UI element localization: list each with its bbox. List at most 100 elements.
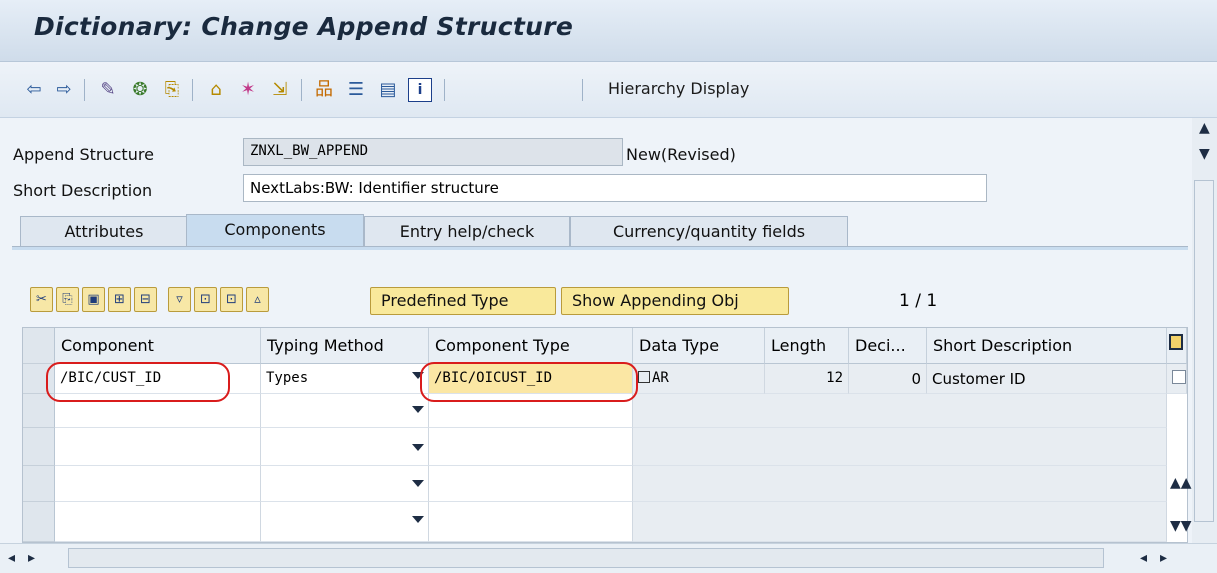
typing-method-cell[interactable]: [261, 466, 429, 502]
typing-method-cell[interactable]: [261, 428, 429, 466]
copy-row-icon[interactable]: ⎘: [56, 287, 79, 312]
info-icon[interactable]: i: [408, 78, 432, 102]
toolbar-separator: [84, 79, 85, 101]
column-settings-icon[interactable]: [1167, 328, 1187, 364]
insert-row-icon[interactable]: ⊞: [108, 287, 131, 312]
select-all-cell[interactable]: [23, 328, 55, 364]
chevron-down-icon[interactable]: [412, 372, 424, 379]
row-selector[interactable]: [23, 364, 55, 394]
component-cell[interactable]: [55, 428, 261, 466]
list-icon[interactable]: ☰: [344, 78, 368, 102]
column-header-length[interactable]: Length: [765, 328, 849, 364]
page-count: 1 / 1: [899, 291, 938, 311]
data-type-cell: AR: [633, 364, 765, 394]
column-header-data-type[interactable]: Data Type: [633, 328, 765, 364]
horizontal-scrollbar[interactable]: ◂ ▸ ◂ ▸: [0, 543, 1217, 573]
typing-method-cell[interactable]: [261, 394, 429, 428]
cut-row-icon[interactable]: ✂: [30, 287, 53, 312]
component-type-cell[interactable]: /BIC/OICUST_ID: [429, 364, 633, 394]
move-icon[interactable]: ⇲: [268, 78, 292, 102]
scroll-down-icon[interactable]: ▼▼: [1170, 518, 1192, 534]
column-header-short-description[interactable]: Short Description: [927, 328, 1167, 364]
checkbox[interactable]: [1167, 364, 1187, 394]
row-selector[interactable]: [23, 394, 55, 428]
typing-method-cell[interactable]: Types: [261, 364, 429, 394]
value-help-icon[interactable]: [638, 371, 650, 383]
status-text: New(Revised): [626, 145, 736, 164]
column-header-typing-method[interactable]: Typing Method: [261, 328, 429, 364]
component-type-cell[interactable]: [429, 502, 633, 542]
decimals-cell: 0: [849, 364, 927, 394]
chevron-down-icon[interactable]: [412, 516, 424, 523]
hierarchy-display-button[interactable]: Hierarchy Display: [608, 79, 749, 98]
component-cell[interactable]: [55, 502, 261, 542]
scroll-up-icon[interactable]: ▲: [1199, 120, 1210, 136]
toolbar-separator: [301, 79, 302, 101]
row-selector[interactable]: [23, 466, 55, 502]
paste-row-icon[interactable]: ▣: [82, 287, 105, 312]
scroll-down-icon[interactable]: ▼: [1199, 146, 1210, 162]
components-grid: Component Typing Method Component Type D…: [22, 327, 1188, 543]
component-type-cell[interactable]: [429, 466, 633, 502]
scroll-up-icon[interactable]: ▲▲: [1170, 475, 1192, 491]
scroll-left-icon[interactable]: ◂: [8, 550, 15, 566]
predefined-type-button[interactable]: Predefined Type: [370, 287, 556, 315]
component-type-cell[interactable]: [429, 428, 633, 466]
append-structure-field: ZNXL_BW_APPEND: [243, 138, 623, 166]
hierarchy-icon[interactable]: 品: [312, 78, 336, 102]
component-cell[interactable]: /BIC/CUST_ID: [55, 364, 261, 394]
toolbar-separator: [582, 79, 583, 101]
toolbar-separator: [444, 79, 445, 101]
show-appending-obj-button[interactable]: Show Appending Obj: [561, 287, 789, 315]
column-header-component-type[interactable]: Component Type: [429, 328, 633, 364]
chevron-down-icon[interactable]: [412, 480, 424, 487]
tab-components[interactable]: Components: [186, 214, 364, 246]
readonly-row-area: [633, 466, 1167, 502]
scroll-right-icon[interactable]: ▸: [28, 550, 35, 566]
column-header-component[interactable]: Component: [55, 328, 261, 364]
column-header-decimals[interactable]: Deci...: [849, 328, 927, 364]
delete-row-icon[interactable]: ⊟: [134, 287, 157, 312]
component-cell[interactable]: [55, 466, 261, 502]
collapse-icon[interactable]: ⊡: [220, 287, 243, 312]
activate-icon[interactable]: ❂: [128, 78, 152, 102]
append-structure-label: Append Structure: [13, 145, 154, 164]
forward-arrow-icon[interactable]: ⇨: [52, 78, 76, 102]
tab-entry-help-check[interactable]: Entry help/check: [364, 216, 570, 246]
short-description-input[interactable]: NextLabs:BW: Identifier structure: [243, 174, 987, 202]
check-icon[interactable]: ⎘: [160, 78, 184, 102]
typing-method-cell[interactable]: [261, 502, 429, 542]
short-description-label: Short Description: [13, 181, 153, 200]
back-arrow-icon[interactable]: ⇦: [22, 78, 46, 102]
row-selector[interactable]: [23, 502, 55, 542]
window-title: Dictionary: Change Append Structure: [34, 12, 574, 41]
vertical-scrollbar[interactable]: ▲ ▼: [1192, 118, 1217, 543]
component-cell[interactable]: [55, 394, 261, 428]
title-bar: Dictionary: Change Append Structure: [0, 0, 1217, 62]
row-selector[interactable]: [23, 428, 55, 466]
scrollbar-thumb[interactable]: [68, 548, 1104, 568]
length-cell: 12: [765, 364, 849, 394]
short-description-cell: Customer ID: [927, 364, 1167, 394]
component-type-cell[interactable]: [429, 394, 633, 428]
readonly-row-area: [633, 428, 1167, 466]
scroll-right-icon[interactable]: ▸: [1160, 550, 1167, 566]
readonly-row-area: [633, 394, 1167, 428]
toolbar-separator: [192, 79, 193, 101]
tab-currency-quantity-fields[interactable]: Currency/quantity fields: [570, 216, 848, 246]
scrollbar-thumb[interactable]: [1194, 180, 1214, 522]
table-icon[interactable]: ▤: [376, 78, 400, 102]
display-change-icon[interactable]: ✎: [96, 78, 120, 102]
filter-icon[interactable]: ▿: [168, 287, 191, 312]
tab-attributes[interactable]: Attributes: [20, 216, 188, 246]
where-used-icon[interactable]: ⌂: [204, 78, 228, 102]
magic-wand-icon[interactable]: ✶: [236, 78, 260, 102]
application-toolbar: ⇦ ⇨ ✎ ❂ ⎘ ⌂ ✶ ⇲ 品 ☰ ▤ i Hierarchy Displa…: [0, 62, 1217, 118]
sort-icon[interactable]: ▵: [246, 287, 269, 312]
chevron-down-icon[interactable]: [412, 444, 424, 451]
data-type-value: AR: [652, 370, 669, 386]
chevron-down-icon[interactable]: [412, 406, 424, 413]
tab-strip: [12, 246, 1188, 250]
expand-icon[interactable]: ⊡: [194, 287, 217, 312]
scroll-left-icon[interactable]: ◂: [1140, 550, 1147, 566]
